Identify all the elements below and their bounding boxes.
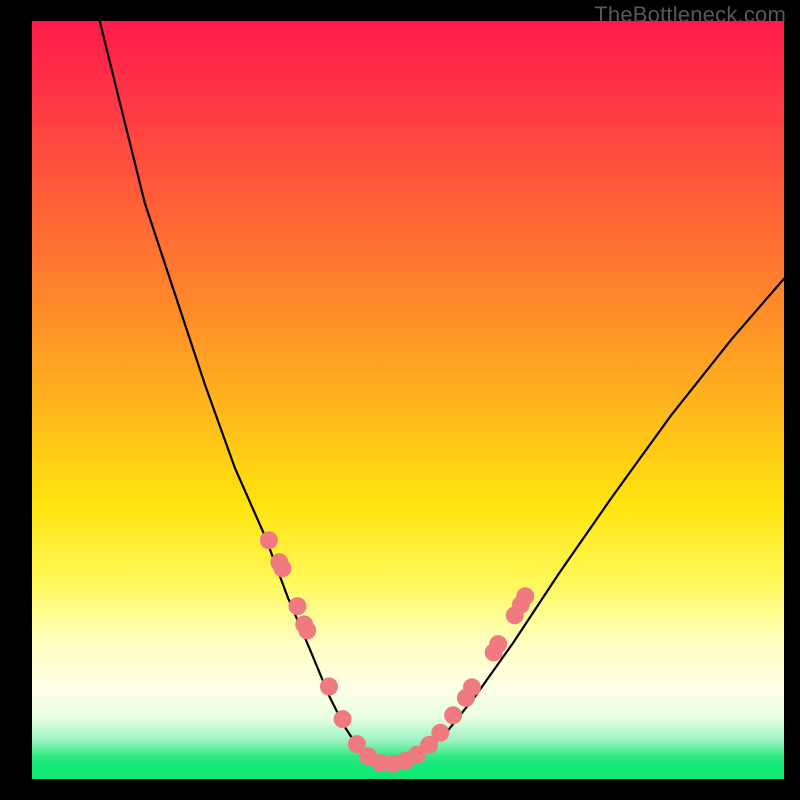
marker-dot — [516, 587, 534, 605]
watermark-text: TheBottleneck.com — [594, 2, 786, 28]
marker-dot — [320, 678, 338, 696]
marker-dot — [444, 706, 462, 724]
marker-dot — [260, 531, 278, 549]
marker-dot — [334, 710, 352, 728]
marker-dot — [431, 724, 449, 742]
marker-dot — [489, 635, 507, 653]
marker-dot — [463, 678, 481, 696]
marker-dot — [298, 621, 316, 639]
marker-dot — [273, 559, 291, 577]
bottleneck-curve — [100, 21, 784, 764]
chart-frame: TheBottleneck.com — [0, 0, 800, 800]
marker-dot — [289, 597, 307, 615]
curve-svg — [32, 21, 784, 779]
plot-area — [32, 21, 784, 779]
